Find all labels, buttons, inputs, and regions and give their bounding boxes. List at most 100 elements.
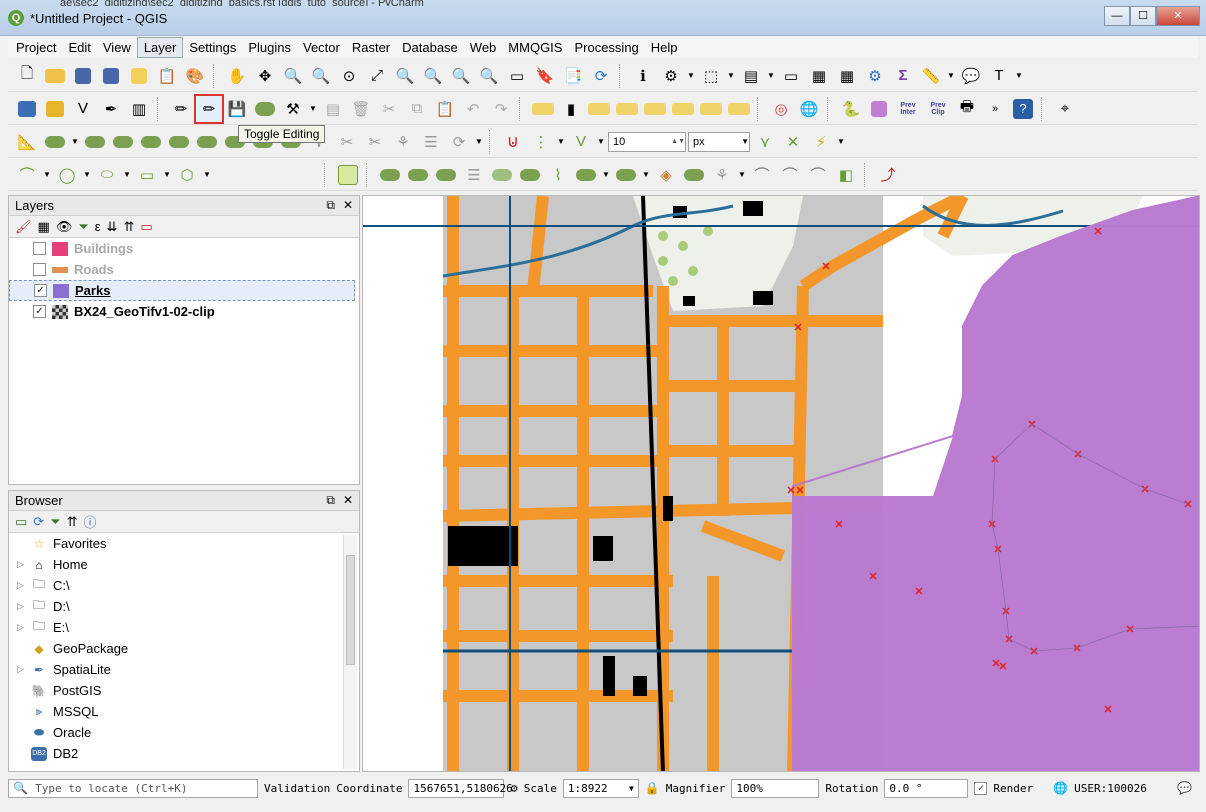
add-circle-icon[interactable]: ◯ <box>54 162 80 188</box>
add-ring-icon[interactable] <box>138 129 164 155</box>
toggle-editing-button[interactable]: ✏ <box>194 93 224 124</box>
zoom-full-icon[interactable]: ⤢ <box>364 63 390 89</box>
chevron-down-icon[interactable]: ▼ <box>601 162 611 188</box>
crs-value[interactable]: USER:100026 <box>1074 782 1147 795</box>
bezier-curve-icon[interactable]: ⤴ <box>875 162 901 188</box>
browser-item-favorites[interactable]: ☆ Favorites <box>9 533 359 554</box>
menu-project[interactable]: Project <box>10 38 62 57</box>
select-by-value-icon[interactable]: ▤ <box>738 63 764 89</box>
digitize-plugin-icon[interactable] <box>335 162 361 188</box>
collapse-all-icon[interactable]: ⇈ <box>67 514 78 530</box>
refresh-icon[interactable]: ⟳ <box>33 514 44 530</box>
fill-ring-icon[interactable] <box>194 129 220 155</box>
move-label-icon[interactable] <box>670 96 696 122</box>
menu-plugins[interactable]: Plugins <box>242 38 297 57</box>
layout-manager-icon[interactable]: 📋 <box>154 63 180 89</box>
browser-item-postgis[interactable]: 🐘 PostGIS <box>9 680 359 701</box>
new-print-layout-icon[interactable] <box>126 63 152 89</box>
browser-scrollbar[interactable] <box>343 535 357 769</box>
menu-mmqgis[interactable]: MMQGIS <box>502 38 568 57</box>
digitize-tool-11-icon[interactable] <box>681 162 707 188</box>
scrollbar-thumb[interactable] <box>346 555 355 665</box>
add-selected-layers-icon[interactable]: ▭ <box>15 514 27 530</box>
topological-editing-icon[interactable]: ⋎ <box>752 129 778 155</box>
chevron-down-icon[interactable]: ▼ <box>737 162 747 188</box>
map-rendering[interactable] <box>363 196 1200 772</box>
undock-icon[interactable]: ⧉ <box>326 198 335 213</box>
browser-item-d-drive[interactable]: ▷ 🗀 D:\ <box>9 596 359 617</box>
field-calculator-icon[interactable]: ▦ <box>834 63 860 89</box>
browser-item-home[interactable]: ▷ ⌂ Home <box>9 554 359 575</box>
copy-features-icon[interactable]: ⧉ <box>404 96 430 122</box>
chevron-down-icon[interactable]: ▼ <box>162 162 172 188</box>
chevron-down-icon[interactable]: ▼ <box>474 129 484 155</box>
menu-layer[interactable]: Layer <box>136 36 184 58</box>
digitize-tool-12-icon[interactable]: ⚘ <box>709 162 735 188</box>
layer-item-raster[interactable]: ✓ BX24_GeoTifv1-02-clip <box>9 301 359 322</box>
zoom-in-icon[interactable]: 🔍 <box>280 63 306 89</box>
chevron-down-icon[interactable]: ▼ <box>946 63 956 89</box>
highlight-pinned-icon[interactable] <box>614 96 640 122</box>
attribute-table-icon[interactable]: ▦ <box>806 63 832 89</box>
filter-icon[interactable]: ⏷ <box>78 219 88 235</box>
expand-arrow-icon[interactable]: ▷ <box>17 664 31 675</box>
help-icon[interactable]: ? <box>1010 96 1036 122</box>
digitize-tool-2-icon[interactable] <box>405 162 431 188</box>
menu-web[interactable]: Web <box>464 38 503 57</box>
close-button[interactable]: ✕ <box>1156 6 1200 26</box>
add-group-icon[interactable]: ▦ <box>38 219 50 235</box>
scale-select[interactable]: 1:8922 ▼ <box>562 778 639 798</box>
digitize-tool-7-icon[interactable]: ⌇ <box>545 162 571 188</box>
minimize-button[interactable]: — <box>1104 6 1130 26</box>
pan-to-selection-icon[interactable]: ✥ <box>252 63 278 89</box>
rotate-feature-icon[interactable] <box>82 129 108 155</box>
save-layer-edits-icon[interactable]: 💾 <box>224 96 250 122</box>
snap-mode-icon[interactable]: V <box>568 129 594 155</box>
chevron-down-icon[interactable]: ▼ <box>596 129 606 155</box>
digitize-tool-1-icon[interactable] <box>377 162 403 188</box>
filter-expression-icon[interactable]: ε <box>95 219 101 234</box>
snap-tolerance-stepper[interactable]: 10 ▲▼ <box>608 131 686 152</box>
menu-raster[interactable]: Raster <box>346 38 396 57</box>
deselect-all-icon[interactable]: ▭ <box>778 63 804 89</box>
layer-visibility-checkbox[interactable]: ✓ <box>33 305 46 318</box>
prev-inter-icon[interactable]: Prev Inter <box>894 96 922 122</box>
validation-label[interactable]: Validation <box>264 782 330 795</box>
collapse-all-icon[interactable]: ⇈ <box>123 219 134 235</box>
paste-features-icon[interactable]: 📋 <box>432 96 458 122</box>
expand-arrow-icon[interactable]: ▷ <box>17 601 31 612</box>
menu-settings[interactable]: Settings <box>183 38 242 57</box>
digitize-tool-9-icon[interactable] <box>613 162 639 188</box>
data-source-manager-icon[interactable] <box>14 96 40 122</box>
undock-icon[interactable]: ⧉ <box>326 493 335 508</box>
crosshair-icon[interactable]: ⌖ <box>1052 96 1078 122</box>
undo-icon[interactable]: ↶ <box>460 96 486 122</box>
close-panel-icon[interactable]: ✕ <box>343 198 353 213</box>
merge-attributes-icon[interactable]: ☰ <box>418 129 444 155</box>
pin-labels-icon[interactable] <box>586 96 612 122</box>
add-circular-string-icon[interactable]: ⌒ <box>14 162 40 188</box>
new-geopackage-layer-icon[interactable] <box>42 96 68 122</box>
browser-item-spatialite[interactable]: ▷ ✒ SpatiaLite <box>9 659 359 680</box>
new-temporary-layer-icon[interactable]: ▥ <box>126 96 152 122</box>
zoom-next-icon[interactable]: 🔍 <box>476 63 502 89</box>
diagram-icon[interactable]: ▮ <box>558 96 584 122</box>
chevron-down-icon[interactable]: ▼ <box>122 162 132 188</box>
python-console-icon[interactable]: 🐍 <box>838 96 864 122</box>
save-project-icon[interactable] <box>70 63 96 89</box>
text-annotation-icon[interactable]: T <box>986 63 1012 89</box>
chevron-down-icon[interactable]: ▼ <box>766 63 776 89</box>
change-label-icon[interactable] <box>726 96 752 122</box>
measure-line-icon[interactable]: 📏 <box>918 63 944 89</box>
chevron-down-icon[interactable]: ▼ <box>836 129 846 155</box>
processing-toolbox-icon[interactable]: ⚙ <box>862 63 888 89</box>
browser-item-oracle[interactable]: ⬬ Oracle <box>9 722 359 743</box>
zoom-last-icon[interactable]: 🔍 <box>448 63 474 89</box>
pan-hand-icon[interactable]: ✋ <box>224 63 250 89</box>
new-bookmark-icon[interactable]: 🔖 <box>532 63 558 89</box>
menu-processing[interactable]: Processing <box>568 38 644 57</box>
browser-item-e-drive[interactable]: ▷ 🗀 E:\ <box>9 617 359 638</box>
expand-all-icon[interactable]: ⇊ <box>107 219 118 235</box>
style-brush-icon[interactable]: 🖌 <box>15 219 32 235</box>
map-canvas[interactable] <box>362 195 1200 772</box>
